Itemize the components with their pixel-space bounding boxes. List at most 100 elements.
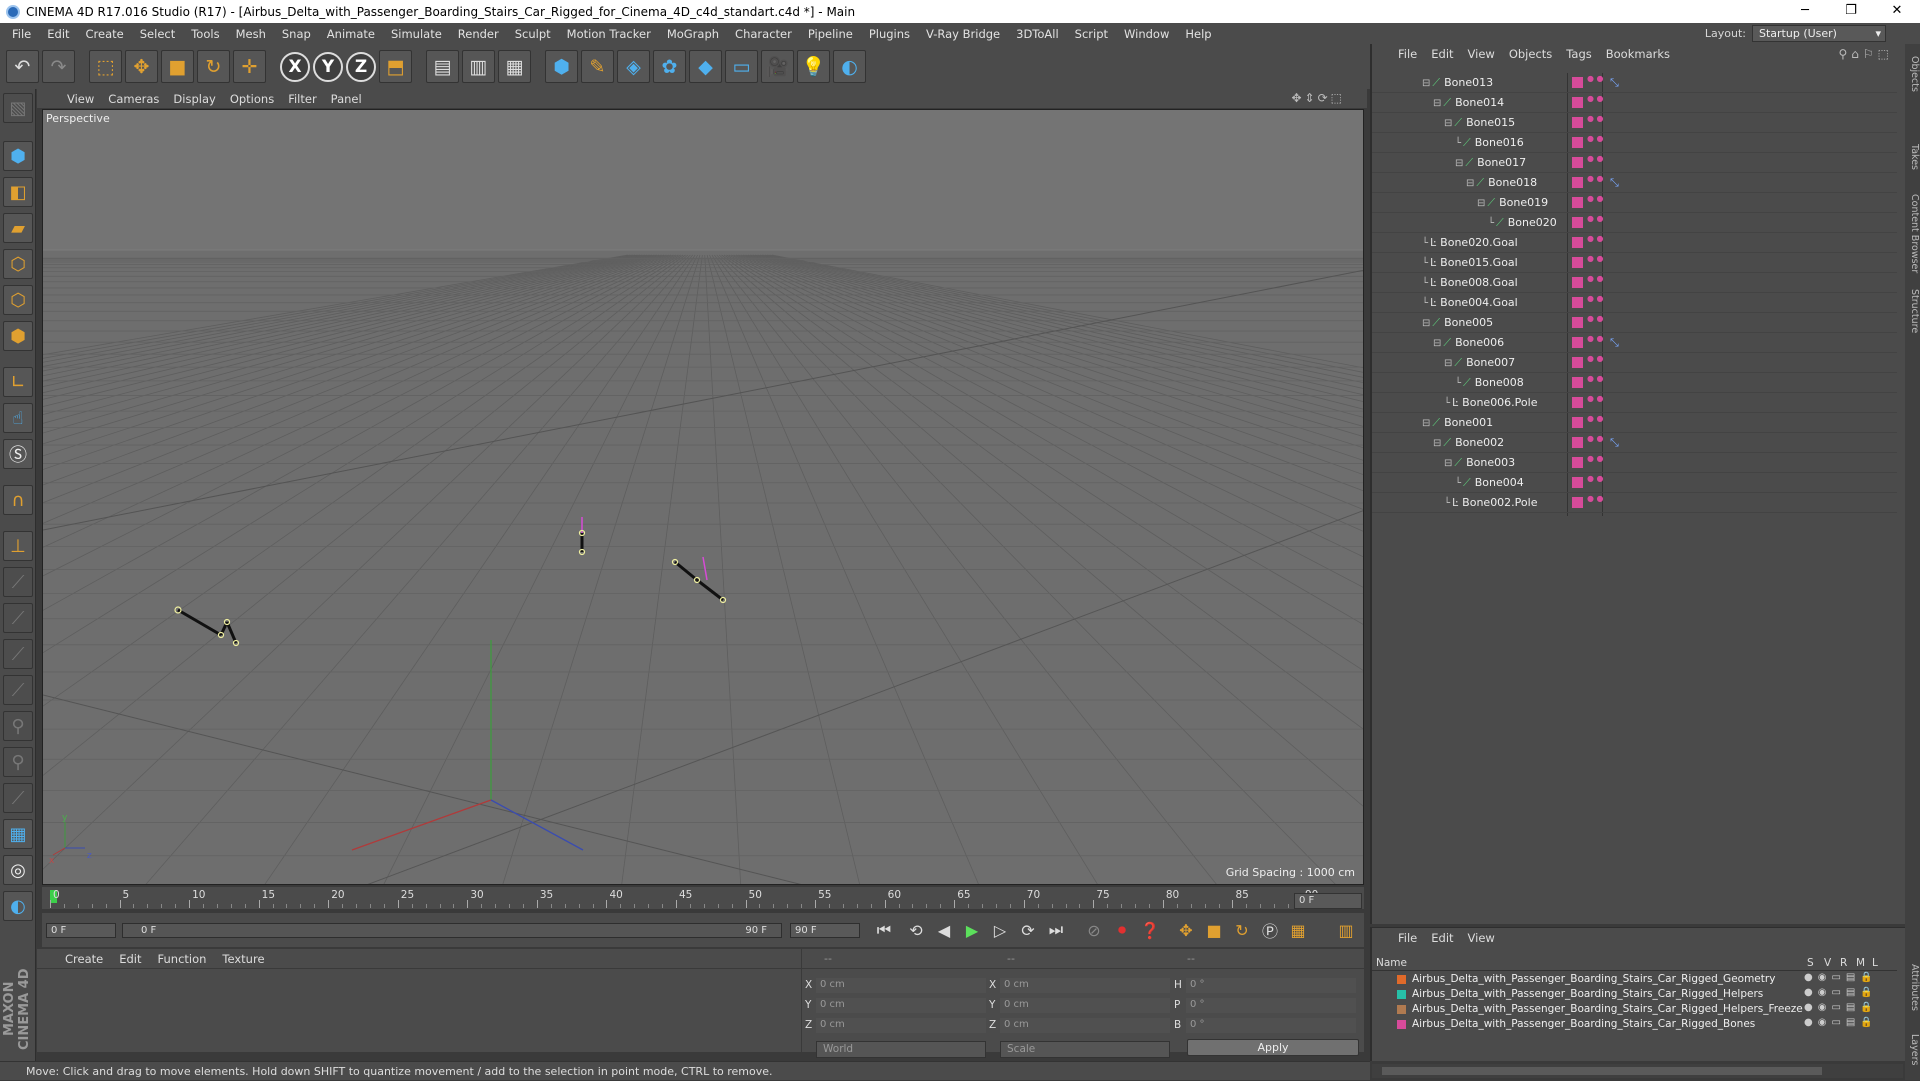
visibility-dots-icon[interactable]: ● ● <box>1587 75 1604 83</box>
collapse-icon[interactable]: ⊟ <box>1444 358 1452 369</box>
collapse-icon[interactable]: ⊟ <box>1422 318 1430 329</box>
magnet-snap-icon[interactable]: ∩ <box>3 485 33 515</box>
viewport-menu-cameras[interactable]: Cameras <box>108 92 169 106</box>
object-menu-objects[interactable]: Objects <box>1509 47 1552 61</box>
object-row-bone006-pole[interactable]: └ Ŀ Bone006.Pole ● ● <box>1372 393 1897 413</box>
visibility-dots-icon[interactable]: ● ● <box>1587 395 1604 403</box>
skin-tool-icon[interactable]: ⟋ <box>3 675 33 705</box>
object-menu-bookmarks[interactable]: Bookmarks <box>1606 47 1670 61</box>
layer-color-swatch[interactable] <box>1572 397 1583 408</box>
viewport-menu-filter[interactable]: Filter <box>288 92 326 106</box>
menu-mograph[interactable]: MoGraph <box>659 27 727 41</box>
menu-snap[interactable]: Snap <box>274 27 319 41</box>
side-tab-objects[interactable]: Objects <box>1905 56 1920 92</box>
layer-color-swatch[interactable] <box>1572 97 1583 108</box>
layer-flag-icons[interactable]: ●◉▭▤🔒 <box>1804 1017 1878 1028</box>
cube-object-icon[interactable]: ⬢ <box>545 50 578 83</box>
object-row-bone013[interactable]: ⊟ ⟋ Bone013 ● ● ⤡ <box>1372 73 1897 93</box>
cloner-icon[interactable]: ✿ <box>653 50 686 83</box>
menu-tools[interactable]: Tools <box>183 27 227 41</box>
menu-help[interactable]: Help <box>1177 27 1219 41</box>
layer-color-swatch[interactable] <box>1572 457 1583 468</box>
y-axis-lock-icon[interactable]: Y <box>313 51 343 82</box>
max-frame-field[interactable]: 90 F <box>790 923 860 938</box>
go-to-end-icon[interactable]: ⏭ <box>1044 919 1068 941</box>
layer-name[interactable]: Airbus_Delta_with_Passenger_Boarding_Sta… <box>1412 1003 1803 1015</box>
subdivision-icon[interactable]: ◈ <box>617 50 650 83</box>
coord-position-field[interactable]: 0 cm <box>816 978 986 993</box>
points-mode-icon[interactable]: ⬡ <box>3 249 33 279</box>
undo-icon[interactable]: ↶ <box>6 50 39 83</box>
coord-mode-dropdown[interactable]: Scale <box>1000 1041 1170 1058</box>
layer-color-swatch[interactable] <box>1572 497 1583 508</box>
side-tab-content-browser[interactable]: Content Browser <box>1905 194 1920 273</box>
key-rotation-icon[interactable]: ↻ <box>1230 919 1254 941</box>
layer-color-swatch[interactable] <box>1572 237 1583 248</box>
layer-color-swatch[interactable] <box>1572 117 1583 128</box>
move-tool-icon[interactable]: ✥ <box>125 50 158 83</box>
coord-size-field[interactable]: 0 cm <box>1000 978 1170 993</box>
menu-animate[interactable]: Animate <box>319 27 383 41</box>
layer-name[interactable]: Airbus_Delta_with_Passenger_Boarding_Sta… <box>1412 988 1763 1000</box>
visibility-dots-icon[interactable]: ● ● <box>1587 435 1604 443</box>
layer-color-swatch[interactable] <box>1572 277 1583 288</box>
make-editable-icon[interactable]: ▧ <box>3 93 33 123</box>
menu-motion-tracker[interactable]: Motion Tracker <box>559 27 659 41</box>
axis-mode-icon[interactable]: ∟ <box>3 367 33 397</box>
visibility-dots-icon[interactable]: ● ● <box>1587 315 1604 323</box>
timeline-ruler[interactable]: 051015202530354045505560657075808590 <box>42 887 1364 909</box>
collapse-icon[interactable]: ⊟ <box>1433 98 1441 109</box>
ik-tag-icon[interactable]: ⤡ <box>1610 436 1619 450</box>
layer-color-swatch[interactable] <box>1572 337 1583 348</box>
menu-character[interactable]: Character <box>727 27 800 41</box>
autokey-icon[interactable]: ❓ <box>1138 919 1162 941</box>
key-pla-icon[interactable]: ▦ <box>1286 919 1310 941</box>
redo-icon[interactable]: ↷ <box>42 50 75 83</box>
material-menu-create[interactable]: Create <box>65 952 103 966</box>
object-row-bone008-goal[interactable]: └ Ŀ Bone008.Goal ● ● <box>1372 273 1897 293</box>
visibility-dots-icon[interactable]: ● ● <box>1587 255 1604 263</box>
scale-tool-icon[interactable]: ■ <box>161 50 194 83</box>
coord-rotation-field[interactable]: 0 ° <box>1186 1018 1356 1033</box>
layer-color-swatch[interactable] <box>1572 477 1583 488</box>
layer-color-swatch[interactable] <box>1572 417 1583 428</box>
coord-position-field[interactable]: 0 cm <box>816 1018 986 1033</box>
layer-menu-file[interactable]: File <box>1398 931 1417 945</box>
visibility-dots-icon[interactable]: ● ● <box>1587 95 1604 103</box>
collapse-icon[interactable]: ⊟ <box>1466 178 1474 189</box>
current-frame-field[interactable]: 0 F <box>46 923 116 938</box>
coord-size-field[interactable]: 0 cm <box>1000 998 1170 1013</box>
visibility-dots-icon[interactable]: ● ● <box>1587 415 1604 423</box>
layout-dropdown[interactable]: Startup (User) <box>1752 25 1886 42</box>
render-view-icon[interactable]: ▤ <box>426 50 459 83</box>
visibility-dots-icon[interactable]: ● ● <box>1587 115 1604 123</box>
paint-tool-icon[interactable]: ⟋ <box>3 603 33 633</box>
visibility-dots-icon[interactable]: ● ● <box>1587 195 1604 203</box>
object-row-bone014[interactable]: ⊟ ⟋ Bone014 ● ● <box>1372 93 1897 113</box>
grid-lock-icon[interactable]: ▦ <box>3 819 33 849</box>
collapse-icon[interactable]: ⊟ <box>1477 198 1485 209</box>
record-active-icon[interactable]: ⏺ <box>1110 919 1134 941</box>
perspective-viewport[interactable]: x y z Perspective Grid Spacing : 1000 cm <box>42 109 1364 885</box>
apply-button[interactable]: Apply <box>1187 1039 1359 1056</box>
object-row-bone007[interactable]: ⊟ ⟋ Bone007 ● ● <box>1372 353 1897 373</box>
side-tab-structure[interactable]: Structure <box>1905 289 1920 333</box>
preview-range-slider[interactable]: 0 F 90 F <box>122 923 782 938</box>
menu-script[interactable]: Script <box>1067 27 1116 41</box>
go-to-start-icon[interactable]: ⏮ <box>872 919 896 941</box>
layer-color-swatch[interactable] <box>1572 157 1583 168</box>
object-row-bone002-pole[interactable]: └ Ŀ Bone002.Pole ● ● <box>1372 493 1897 513</box>
viewport-menu-options[interactable]: Options <box>230 92 284 106</box>
object-row-bone018[interactable]: ⊟ ⟋ Bone018 ● ● ⤡ <box>1372 173 1897 193</box>
layer-color-swatch[interactable] <box>1572 177 1583 188</box>
layer-color-swatch[interactable] <box>1572 197 1583 208</box>
ik-tag-icon[interactable]: ⤡ <box>1610 176 1619 190</box>
coord-position-field[interactable]: 0 cm <box>816 998 986 1013</box>
layer-color-swatch[interactable] <box>1572 217 1583 228</box>
layer-color-swatch[interactable] <box>1397 1005 1406 1014</box>
menu-select[interactable]: Select <box>132 27 183 41</box>
material-menu-function[interactable]: Function <box>158 952 207 966</box>
layer-flag-icons[interactable]: ●◉▭▤🔒 <box>1804 1002 1878 1013</box>
object-menu-file[interactable]: File <box>1398 47 1417 61</box>
timeline-current-frame[interactable]: 0 F <box>1294 893 1362 909</box>
